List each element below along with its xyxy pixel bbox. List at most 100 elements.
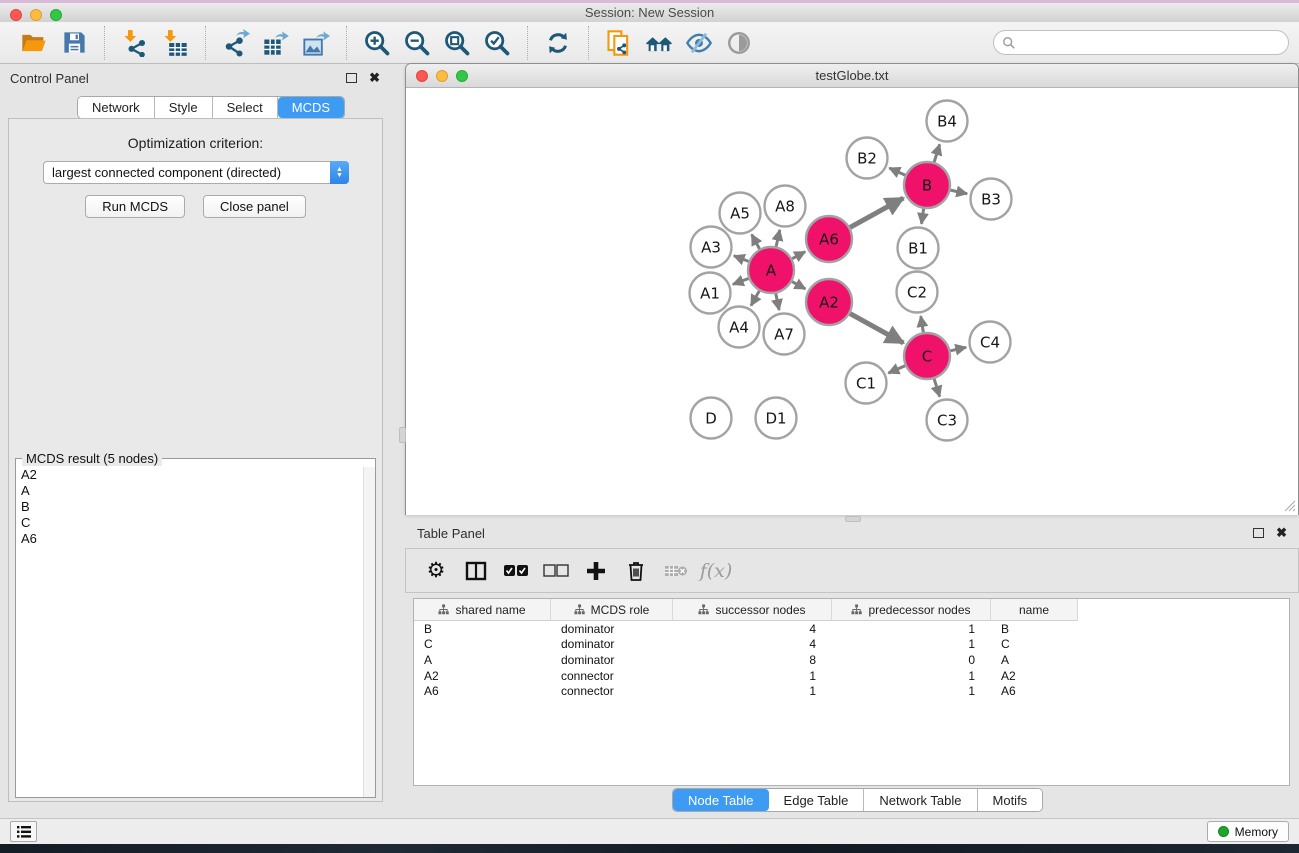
graph-edge-A-A7[interactable] bbox=[776, 294, 779, 310]
network-canvas[interactable]: B4B2BB3A5A8A6B1A3AC2A1A2A4A7C4CC1C3DD1 bbox=[406, 88, 1298, 515]
table-settings-button[interactable]: ⚙ bbox=[418, 553, 454, 589]
result-item[interactable]: A2 bbox=[21, 467, 362, 483]
zoom-out-button[interactable] bbox=[397, 25, 437, 61]
tab-node-table[interactable]: Node Table bbox=[673, 789, 769, 811]
graph-edge-C-C1[interactable] bbox=[888, 366, 905, 373]
tab-select[interactable]: Select bbox=[213, 97, 278, 118]
table-cell[interactable]: A6 bbox=[414, 684, 551, 698]
search-input[interactable] bbox=[1021, 33, 1288, 53]
maximize-window-button[interactable] bbox=[50, 9, 62, 21]
minimize-window-button[interactable] bbox=[30, 9, 42, 21]
network-window-titlebar[interactable]: testGlobe.txt bbox=[406, 64, 1298, 88]
tab-network[interactable]: Network bbox=[78, 97, 155, 118]
zoom-in-button[interactable] bbox=[357, 25, 397, 61]
graph-edge-C-C2[interactable] bbox=[921, 316, 924, 332]
optimization-criterion-dropdown[interactable]: largest connected component (directed) ▲… bbox=[43, 161, 349, 184]
open-file-button[interactable] bbox=[14, 25, 54, 61]
column-header-shared-name[interactable]: shared name bbox=[414, 599, 551, 621]
show-task-history-button[interactable] bbox=[10, 821, 37, 842]
table-cell[interactable]: 8 bbox=[673, 653, 832, 667]
result-item[interactable]: C bbox=[21, 515, 362, 531]
tab-network-table[interactable]: Network Table bbox=[864, 789, 977, 811]
table-cell[interactable]: B bbox=[991, 622, 1078, 636]
mcds-result-list[interactable]: A2 A B C A6 bbox=[17, 467, 362, 796]
zoom-selected-button[interactable] bbox=[477, 25, 517, 61]
column-header-predecessor-nodes[interactable]: predecessor nodes bbox=[832, 599, 991, 621]
table-cell[interactable]: C bbox=[414, 637, 551, 651]
column-header-MCDS-role[interactable]: MCDS role bbox=[551, 599, 673, 621]
table-cell[interactable]: A bbox=[414, 653, 551, 667]
table-cell[interactable]: 1 bbox=[832, 637, 991, 651]
table-cell[interactable]: C bbox=[991, 637, 1078, 651]
table-cell[interactable]: dominator bbox=[551, 653, 673, 667]
column-header-name[interactable]: name bbox=[991, 599, 1078, 621]
import-table-button[interactable] bbox=[155, 25, 195, 61]
table-cell[interactable]: 4 bbox=[673, 637, 832, 651]
select-all-columns-button[interactable] bbox=[498, 553, 534, 589]
graph-edge-B-B1[interactable] bbox=[921, 209, 923, 224]
table-cell[interactable]: 1 bbox=[832, 622, 991, 636]
result-item[interactable]: A bbox=[21, 483, 362, 499]
result-item[interactable]: A6 bbox=[21, 531, 362, 547]
column-layout-button[interactable] bbox=[458, 553, 494, 589]
table-cell[interactable]: 1 bbox=[832, 669, 991, 683]
float-table-panel-icon[interactable] bbox=[1253, 528, 1264, 538]
network-graph[interactable]: B4B2BB3A5A8A6B1A3AC2A1A2A4A7C4CC1C3DD1 bbox=[406, 88, 1298, 515]
clear-all-columns-button[interactable] bbox=[538, 553, 574, 589]
export-table-button[interactable] bbox=[256, 25, 296, 61]
delete-column-button[interactable] bbox=[618, 553, 654, 589]
new-network-from-selection-button[interactable] bbox=[599, 25, 639, 61]
table-cell[interactable]: 1 bbox=[832, 684, 991, 698]
table-cell[interactable]: A bbox=[991, 653, 1078, 667]
run-mcds-button[interactable]: Run MCDS bbox=[85, 195, 185, 218]
first-neighbors-button[interactable] bbox=[639, 25, 679, 61]
table-cell[interactable]: 0 bbox=[832, 653, 991, 667]
close-panel-icon[interactable]: ✖ bbox=[369, 73, 380, 83]
table-row[interactable]: A6connector11A6 bbox=[414, 683, 1289, 699]
graph-edge-A6-B[interactable] bbox=[850, 198, 903, 227]
save-session-button[interactable] bbox=[54, 25, 94, 61]
graph-edge-A2-C[interactable] bbox=[850, 314, 903, 343]
table-cell[interactable]: A6 bbox=[991, 684, 1078, 698]
result-scrollbar[interactable] bbox=[363, 467, 375, 797]
export-image-button[interactable] bbox=[296, 25, 336, 61]
tab-mcds[interactable]: MCDS bbox=[278, 97, 344, 118]
result-item[interactable]: B bbox=[21, 499, 362, 515]
table-cell[interactable]: 1 bbox=[673, 684, 832, 698]
graph-edge-B-B2[interactable] bbox=[889, 168, 905, 175]
table-cell[interactable]: A2 bbox=[991, 669, 1078, 683]
graph-edge-A-A1[interactable] bbox=[733, 278, 749, 284]
tab-motifs[interactable]: Motifs bbox=[978, 789, 1043, 811]
graph-edge-C-C4[interactable] bbox=[950, 347, 966, 350]
table-cell[interactable]: connector bbox=[551, 669, 673, 683]
table-cell[interactable]: B bbox=[414, 622, 551, 636]
table-row[interactable]: A2connector11A2 bbox=[414, 668, 1289, 684]
graph-edge-A-A2[interactable] bbox=[792, 282, 805, 289]
table-row[interactable]: Adominator80A bbox=[414, 652, 1289, 668]
table-cell[interactable]: connector bbox=[551, 684, 673, 698]
close-panel-button[interactable]: Close panel bbox=[203, 195, 306, 218]
table-cell[interactable]: 4 bbox=[673, 622, 832, 636]
graph-edge-B-B4[interactable] bbox=[934, 144, 940, 162]
node-table[interactable]: shared name MCDS role successor nodes pr… bbox=[413, 598, 1290, 786]
table-row[interactable]: Cdominator41C bbox=[414, 637, 1289, 653]
search-field[interactable] bbox=[993, 30, 1289, 55]
export-network-button[interactable] bbox=[216, 25, 256, 61]
hide-selected-button[interactable] bbox=[679, 25, 719, 61]
refresh-button[interactable] bbox=[538, 25, 578, 61]
network-close-button[interactable] bbox=[416, 70, 428, 82]
float-panel-icon[interactable] bbox=[346, 73, 357, 83]
tab-edge-table[interactable]: Edge Table bbox=[769, 789, 865, 811]
graph-edge-B-B3[interactable] bbox=[950, 190, 967, 194]
vertical-splitter-handle[interactable] bbox=[399, 427, 406, 443]
graph-edge-A-A6[interactable] bbox=[792, 252, 805, 259]
tab-style[interactable]: Style bbox=[155, 97, 213, 118]
close-table-panel-icon[interactable]: ✖ bbox=[1276, 528, 1287, 538]
table-cell[interactable]: dominator bbox=[551, 637, 673, 651]
table-cell[interactable]: dominator bbox=[551, 622, 673, 636]
add-column-button[interactable] bbox=[578, 553, 614, 589]
graph-edge-A-A5[interactable] bbox=[752, 235, 760, 249]
resize-grip-icon[interactable] bbox=[1284, 500, 1296, 512]
zoom-fit-button[interactable] bbox=[437, 25, 477, 61]
memory-button[interactable]: Memory bbox=[1207, 821, 1289, 842]
